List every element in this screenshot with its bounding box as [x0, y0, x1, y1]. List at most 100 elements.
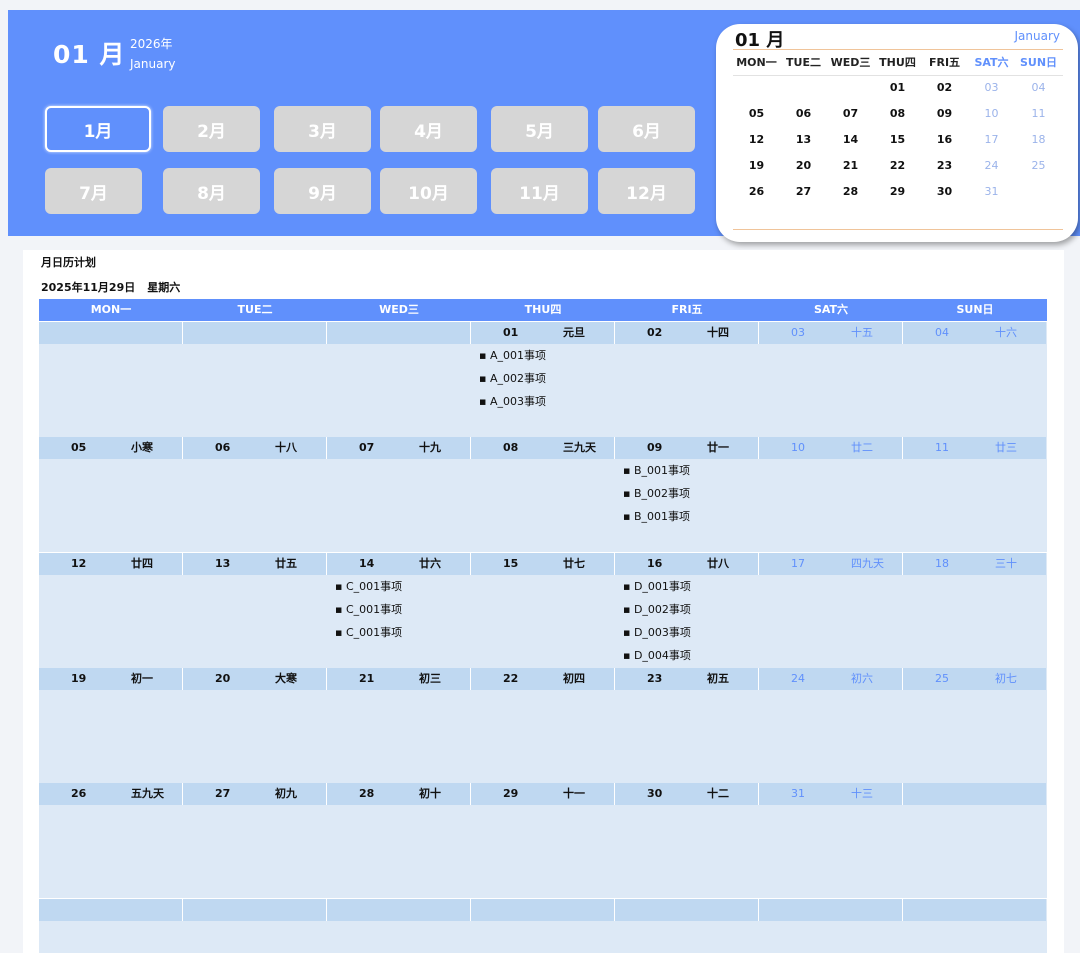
mini-calendar-day[interactable]: 14 — [827, 133, 874, 146]
month-button-5[interactable]: 5月 — [491, 106, 588, 152]
mini-calendar-day[interactable]: 19 — [733, 159, 780, 172]
day-cell-header[interactable]: 20 大寒 — [183, 668, 326, 690]
task-item[interactable]: ▪ C_001事项 — [335, 603, 402, 617]
mini-calendar-day[interactable]: 11 — [1015, 107, 1062, 120]
month-button-10[interactable]: 10月 — [380, 168, 477, 214]
day-cell-header[interactable]: 24 初六 — [759, 668, 902, 690]
day-cell-header[interactable] — [327, 322, 470, 344]
mini-calendar-day[interactable]: 01 — [874, 81, 921, 94]
day-cell-header[interactable] — [39, 322, 182, 344]
day-cell-header[interactable]: 26 五九天 — [39, 783, 182, 805]
day-cell-header[interactable]: 27 初九 — [183, 783, 326, 805]
task-item[interactable]: ▪ D_004事项 — [623, 649, 691, 663]
mini-calendar-day[interactable]: 02 — [921, 81, 968, 94]
day-cell-header[interactable]: 29 十一 — [471, 783, 614, 805]
task-item[interactable]: ▪ B_001事项 — [623, 510, 690, 524]
day-cell-header[interactable]: 08 三九天 — [471, 437, 614, 459]
day-cell-header[interactable]: 17 四九天 — [759, 553, 902, 575]
mini-calendar-day[interactable]: 05 — [733, 107, 780, 120]
day-cell-header[interactable]: 10 廿二 — [759, 437, 902, 459]
month-button-3[interactable]: 3月 — [274, 106, 371, 152]
mini-calendar-day[interactable]: 15 — [874, 133, 921, 146]
day-cell-header[interactable] — [903, 783, 1046, 805]
day-cell-header[interactable]: 14 廿六 — [327, 553, 470, 575]
month-button-8[interactable]: 8月 — [163, 168, 260, 214]
task-item[interactable]: ▪ D_003事项 — [623, 626, 691, 640]
day-cell-header[interactable]: 30 十二 — [615, 783, 758, 805]
day-cell-header[interactable]: 12 廿四 — [39, 553, 182, 575]
day-cell-header[interactable]: 25 初七 — [903, 668, 1046, 690]
day-cell-header[interactable]: 19 初一 — [39, 668, 182, 690]
month-button-1[interactable]: 1月 — [45, 106, 151, 152]
mini-calendar-day[interactable]: 20 — [780, 159, 827, 172]
day-cell-header[interactable]: 06 十八 — [183, 437, 326, 459]
day-cell-header[interactable]: 07 十九 — [327, 437, 470, 459]
month-button-12[interactable]: 12月 — [598, 168, 695, 214]
mini-calendar-day[interactable]: 09 — [921, 107, 968, 120]
mini-calendar-day[interactable]: 24 — [968, 159, 1015, 172]
day-cell-header[interactable]: 03 十五 — [759, 322, 902, 344]
day-cell-header[interactable] — [183, 899, 326, 921]
task-item[interactable]: ▪ A_003事项 — [479, 395, 546, 409]
day-cell-header[interactable] — [903, 899, 1046, 921]
day-cell-header[interactable]: 22 初四 — [471, 668, 614, 690]
day-cell-header[interactable]: 21 初三 — [327, 668, 470, 690]
day-cell-header[interactable] — [759, 899, 902, 921]
mini-calendar-day[interactable]: 07 — [827, 107, 874, 120]
mini-calendar-day[interactable]: 21 — [827, 159, 874, 172]
day-cell-header[interactable]: 01 元旦 — [471, 322, 614, 344]
day-cell-header[interactable]: 02 十四 — [615, 322, 758, 344]
mini-calendar-day[interactable]: 22 — [874, 159, 921, 172]
mini-calendar-day[interactable]: 03 — [968, 81, 1015, 94]
task-item[interactable]: ▪ B_002事项 — [623, 487, 690, 501]
mini-calendar-day[interactable]: 17 — [968, 133, 1015, 146]
mini-calendar-day[interactable]: 30 — [921, 185, 968, 198]
mini-calendar-day[interactable]: 08 — [874, 107, 921, 120]
mini-calendar-day[interactable]: 18 — [1015, 133, 1062, 146]
day-cell-header[interactable]: 16 廿八 — [615, 553, 758, 575]
week-row: 19 初一 20 大寒 21 初三 22 初四 23 初五 24 初六 25 初七 — [39, 668, 1047, 783]
day-cell-header[interactable]: 23 初五 — [615, 668, 758, 690]
mini-calendar-day[interactable]: 16 — [921, 133, 968, 146]
mini-calendar-day[interactable]: 13 — [780, 133, 827, 146]
mini-calendar-day[interactable]: 29 — [874, 185, 921, 198]
day-cell-header[interactable] — [183, 322, 326, 344]
day-cell-header[interactable] — [615, 899, 758, 921]
day-cell-header[interactable] — [471, 899, 614, 921]
mini-calendar-day[interactable]: 23 — [921, 159, 968, 172]
mini-calendar-day[interactable]: 10 — [968, 107, 1015, 120]
task-item[interactable]: ▪ A_002事项 — [479, 372, 546, 386]
month-button-7[interactable]: 7月 — [45, 168, 142, 214]
month-button-4[interactable]: 4月 — [380, 106, 477, 152]
mini-calendar-day[interactable]: 31 — [968, 185, 1015, 198]
mini-calendar-day[interactable]: 27 — [780, 185, 827, 198]
month-button-6[interactable]: 6月 — [598, 106, 695, 152]
month-button-11[interactable]: 11月 — [491, 168, 588, 214]
day-number: 12 — [71, 557, 87, 570]
task-item[interactable]: ▪ D_002事项 — [623, 603, 691, 617]
mini-calendar-day[interactable]: 26 — [733, 185, 780, 198]
task-item[interactable]: ▪ C_001事项 — [335, 580, 402, 594]
task-item[interactable]: ▪ A_001事项 — [479, 349, 546, 363]
month-button-9[interactable]: 9月 — [274, 168, 371, 214]
task-item[interactable]: ▪ C_001事项 — [335, 626, 402, 640]
day-cell-header[interactable]: 18 三十 — [903, 553, 1046, 575]
mini-calendar-day[interactable]: 12 — [733, 133, 780, 146]
day-cell-header[interactable]: 09 廿一 — [615, 437, 758, 459]
mini-calendar-day[interactable]: 28 — [827, 185, 874, 198]
mini-calendar-day[interactable]: 04 — [1015, 81, 1062, 94]
mini-calendar-day[interactable]: 25 — [1015, 159, 1062, 172]
day-cell-header[interactable]: 04 十六 — [903, 322, 1046, 344]
day-cell-header[interactable] — [39, 899, 182, 921]
day-cell-header[interactable]: 28 初十 — [327, 783, 470, 805]
day-cell-header[interactable] — [327, 899, 470, 921]
day-cell-header[interactable]: 11 廿三 — [903, 437, 1046, 459]
task-item[interactable]: ▪ B_001事项 — [623, 464, 690, 478]
day-cell-header[interactable]: 05 小寒 — [39, 437, 182, 459]
day-cell-header[interactable]: 13 廿五 — [183, 553, 326, 575]
task-item[interactable]: ▪ D_001事项 — [623, 580, 691, 594]
day-cell-header[interactable]: 31 十三 — [759, 783, 902, 805]
mini-calendar-day[interactable]: 06 — [780, 107, 827, 120]
day-cell-header[interactable]: 15 廿七 — [471, 553, 614, 575]
month-button-2[interactable]: 2月 — [163, 106, 260, 152]
